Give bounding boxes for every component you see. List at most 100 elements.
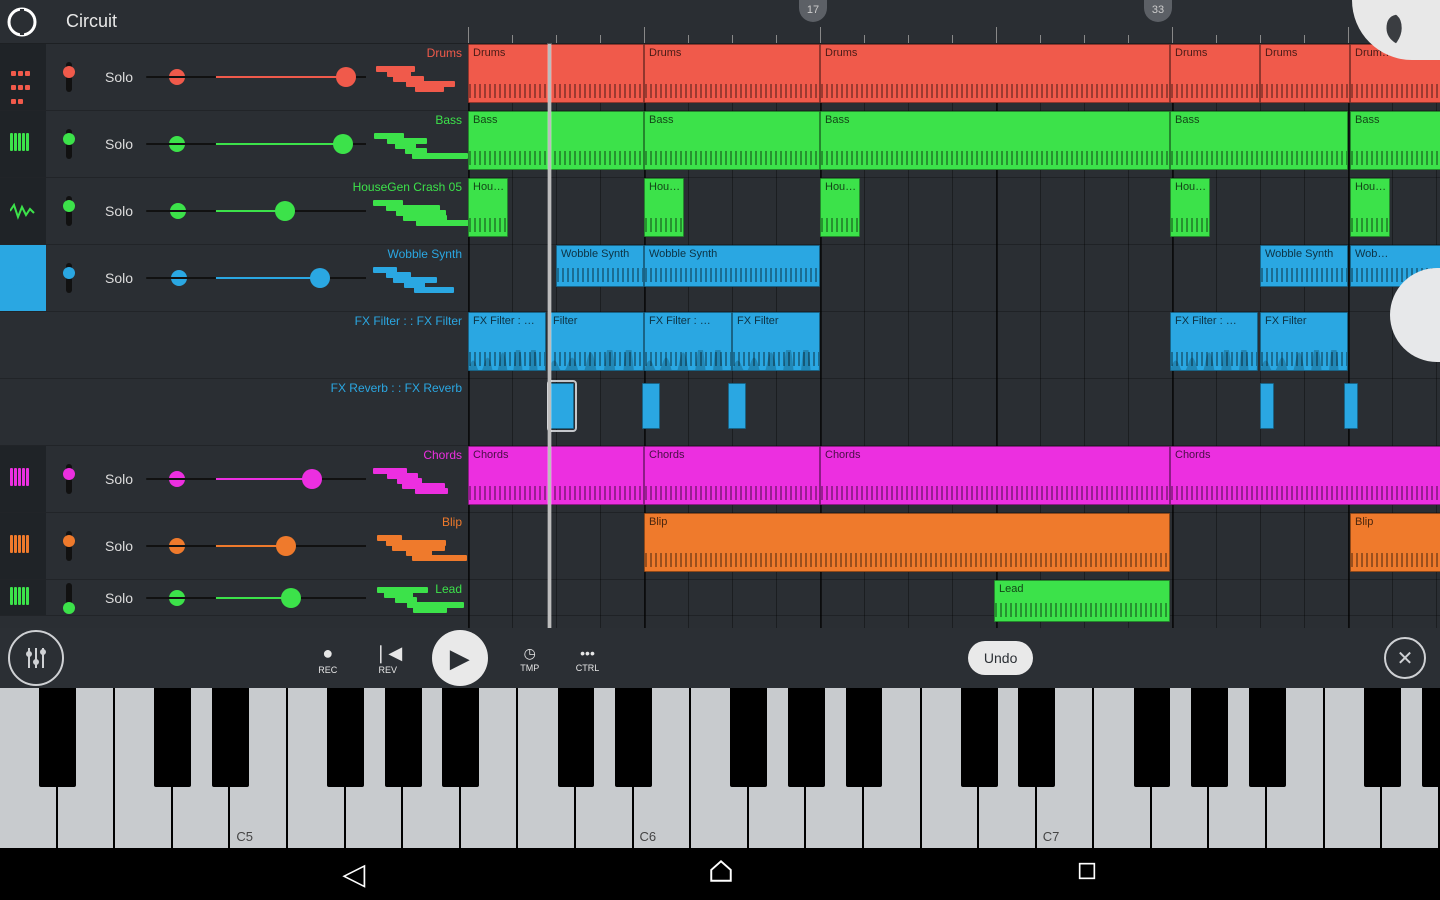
- clip[interactable]: Blip: [1350, 513, 1440, 572]
- volume-slider[interactable]: [216, 586, 366, 610]
- nav-back-icon[interactable]: ◁: [342, 857, 365, 892]
- nav-recent-icon[interactable]: [1076, 860, 1098, 889]
- black-key[interactable]: [1018, 688, 1055, 787]
- ruler-marker[interactable]: 33: [1144, 0, 1172, 22]
- record-button[interactable]: ●REC: [316, 641, 340, 675]
- solo-button[interactable]: Solo: [92, 270, 146, 286]
- mute-toggle[interactable]: [46, 178, 92, 244]
- instrument-icon[interactable]: [0, 178, 46, 244]
- solo-button[interactable]: Solo: [92, 203, 146, 219]
- clip[interactable]: [1260, 383, 1274, 429]
- black-key[interactable]: [846, 688, 883, 787]
- clip[interactable]: [642, 383, 660, 429]
- instrument-icon[interactable]: [0, 446, 46, 512]
- mute-toggle[interactable]: [46, 111, 92, 177]
- volume-slider[interactable]: [216, 65, 366, 89]
- clip[interactable]: FX Filter : …: [644, 312, 732, 371]
- clip[interactable]: Hou…: [468, 178, 508, 237]
- black-key[interactable]: [212, 688, 249, 787]
- volume-slider[interactable]: [216, 132, 366, 156]
- black-key[interactable]: [1364, 688, 1401, 787]
- black-key[interactable]: [154, 688, 191, 787]
- pan-knob[interactable]: [146, 590, 216, 606]
- instrument-icon[interactable]: [0, 245, 46, 311]
- clip[interactable]: Hou…: [1170, 178, 1210, 237]
- clip[interactable]: Hou…: [820, 178, 860, 237]
- solo-button[interactable]: Solo: [92, 538, 146, 554]
- clip[interactable]: [1344, 383, 1358, 429]
- clip[interactable]: Wobble Synth: [644, 245, 820, 287]
- black-key[interactable]: [615, 688, 652, 787]
- undo-button[interactable]: Undo: [968, 641, 1033, 675]
- solo-button[interactable]: Solo: [92, 590, 146, 606]
- volume-slider[interactable]: [216, 199, 366, 223]
- volume-slider[interactable]: [216, 467, 366, 491]
- ruler[interactable]: 1733: [468, 0, 1440, 44]
- pan-knob[interactable]: [146, 538, 216, 554]
- clip[interactable]: FX Filter: [732, 312, 820, 371]
- clip[interactable]: Drums: [1170, 44, 1260, 103]
- solo-button[interactable]: Solo: [92, 471, 146, 487]
- instrument-icon[interactable]: [0, 580, 46, 615]
- volume-slider[interactable]: [216, 534, 366, 558]
- clip[interactable]: FX Filter : …: [1170, 312, 1258, 371]
- clip[interactable]: Filter: [548, 312, 644, 371]
- volume-slider[interactable]: [216, 266, 366, 290]
- nav-home-icon[interactable]: [708, 858, 734, 891]
- playhead[interactable]: [548, 44, 551, 628]
- clip[interactable]: FX Filter: [1260, 312, 1348, 371]
- pan-knob[interactable]: [146, 471, 216, 487]
- black-key[interactable]: [788, 688, 825, 787]
- clip[interactable]: Drums: [468, 44, 644, 103]
- instrument-icon[interactable]: [0, 111, 46, 177]
- black-key[interactable]: [39, 688, 76, 787]
- lane-crash[interactable]: Hou…Hou…Hou…Hou…Hou…: [468, 178, 1440, 245]
- solo-button[interactable]: Solo: [92, 69, 146, 85]
- clip[interactable]: Bass: [644, 111, 820, 170]
- lane-bass[interactable]: BassBassBassBassBass: [468, 111, 1440, 178]
- black-key[interactable]: [327, 688, 364, 787]
- pan-knob[interactable]: [146, 203, 216, 219]
- clip[interactable]: Drums: [1260, 44, 1350, 103]
- black-key[interactable]: [385, 688, 422, 787]
- ctrl-button[interactable]: •••CTRL: [576, 643, 600, 673]
- lane-drums[interactable]: DrumsDrumsDrumsDrumsDrumsDrum…: [468, 44, 1440, 111]
- mute-toggle[interactable]: [46, 245, 92, 311]
- clip[interactable]: Bass: [1170, 111, 1348, 170]
- clip[interactable]: Blip: [644, 513, 1170, 572]
- lane-blip[interactable]: Blip Blip: [468, 513, 1440, 580]
- clip[interactable]: Wobble Synth: [1260, 245, 1348, 287]
- clip[interactable]: Lead: [994, 580, 1170, 622]
- clip[interactable]: Chords: [820, 446, 1170, 505]
- track-head-bass[interactable]: SoloBass: [0, 111, 468, 178]
- black-key[interactable]: [1191, 688, 1228, 787]
- tempo-button[interactable]: ◷TMP: [520, 643, 540, 673]
- ruler-marker[interactable]: 17: [799, 0, 827, 22]
- piano-keyboard[interactable]: C5C6C7: [0, 688, 1440, 848]
- clip[interactable]: [728, 383, 746, 429]
- app-logo-icon[interactable]: [0, 0, 44, 44]
- project-title[interactable]: Circuit: [66, 11, 117, 32]
- instrument-icon[interactable]: [0, 513, 46, 579]
- clip[interactable]: FX Filter : …: [468, 312, 546, 371]
- lane-fxfilter[interactable]: FX Filter : …FilterFX Filter : …FX Filte…: [468, 312, 1440, 379]
- clip[interactable]: Hou…: [1350, 178, 1390, 237]
- mixer-button[interactable]: [8, 630, 64, 686]
- clip[interactable]: Bass: [820, 111, 1170, 170]
- track-head-drums[interactable]: SoloDrums: [0, 44, 468, 111]
- black-key[interactable]: [442, 688, 479, 787]
- lane-chords[interactable]: ChordsChordsChordsChords: [468, 446, 1440, 513]
- clip[interactable]: Chords: [1170, 446, 1440, 505]
- clip[interactable]: [550, 383, 574, 429]
- track-head-fxfilter[interactable]: FX Filter : : FX Filter: [0, 312, 468, 379]
- track-head-blip[interactable]: SoloBlip: [0, 513, 468, 580]
- black-key[interactable]: [558, 688, 595, 787]
- play-button[interactable]: ▶: [432, 630, 488, 686]
- pan-knob[interactable]: [146, 69, 216, 85]
- track-head-crash[interactable]: SoloHouseGen Crash 05: [0, 178, 468, 245]
- clip[interactable]: Bass: [468, 111, 644, 170]
- track-head-chords[interactable]: SoloChords: [0, 446, 468, 513]
- black-key[interactable]: [1134, 688, 1171, 787]
- timeline[interactable]: 1733 DrumsDrumsDrumsDrumsDrumsDrum…BassB…: [468, 0, 1440, 628]
- track-head-lead[interactable]: SoloLead: [0, 580, 468, 616]
